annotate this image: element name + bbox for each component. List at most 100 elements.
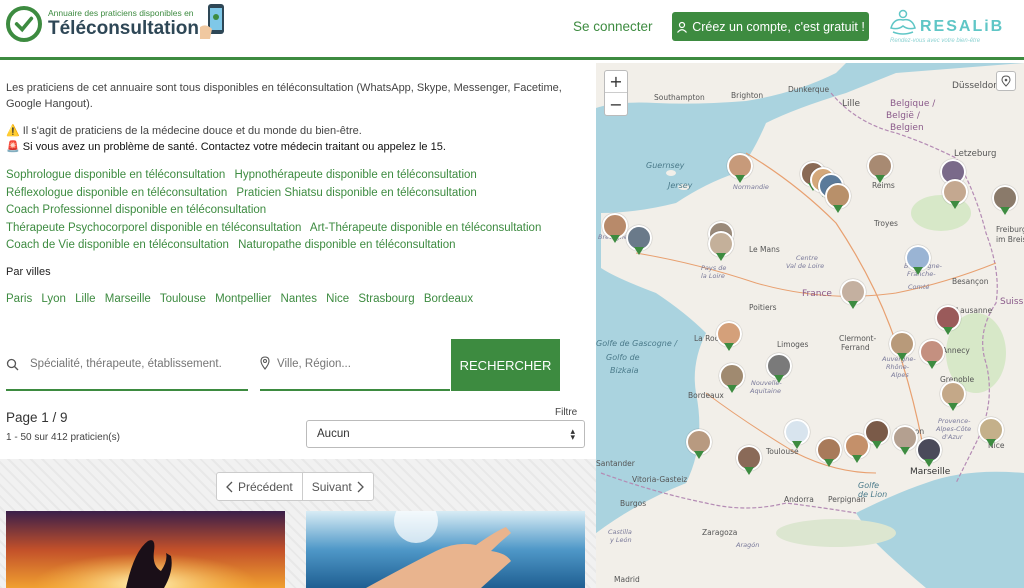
login-link[interactable]: Se connecter — [573, 19, 653, 34]
map-label: France — [802, 289, 832, 299]
next-button[interactable]: Suivant — [301, 473, 373, 500]
locate-button[interactable] — [996, 71, 1016, 91]
map-label: la Loire — [701, 272, 725, 280]
specialty-link[interactable]: Réflexologue disponible en téléconsultat… — [6, 187, 227, 199]
map-label: Belgien — [890, 123, 924, 133]
specialty-link[interactable]: Thérapeute Psychocorporel disponible en … — [6, 222, 301, 234]
signup-button[interactable]: Créez un compte, c'est gratuit ! — [672, 12, 869, 41]
map-label: Zaragoza — [702, 528, 738, 537]
practitioner-pin[interactable] — [867, 153, 893, 185]
specialty-link[interactable]: Sophrologue disponible en téléconsultati… — [6, 169, 225, 181]
map-label: Belgique / — [890, 99, 936, 109]
city-link[interactable]: Nantes — [281, 293, 317, 305]
practitioner-pin[interactable] — [816, 437, 842, 469]
resalib-logo[interactable]: RESALiB Rendez-vous avec votre bien-être — [886, 6, 1016, 50]
map-label: de Lion — [858, 490, 888, 499]
previous-button[interactable]: Précédent — [217, 473, 302, 500]
specialty-input[interactable] — [30, 353, 242, 375]
city-link[interactable]: Strasbourg — [358, 293, 414, 305]
city-link[interactable]: Lyon — [41, 293, 66, 305]
practitioner-card-image[interactable] — [306, 511, 585, 588]
practitioner-pin[interactable] — [864, 419, 890, 451]
practitioner-pin[interactable] — [889, 331, 915, 363]
map-label: Ferrand — [841, 343, 870, 352]
specialty-link[interactable]: Art-Thérapeute disponible en téléconsult… — [310, 222, 541, 234]
zoom-in-button[interactable]: + — [605, 71, 627, 93]
map-label: Troyes — [874, 219, 898, 228]
practitioner-pin[interactable] — [727, 153, 753, 185]
practitioner-pin[interactable] — [719, 363, 745, 395]
practitioner-pin[interactable] — [935, 305, 961, 337]
city-link[interactable]: Toulouse — [160, 293, 206, 305]
practitioner-pin[interactable] — [919, 339, 945, 371]
city-link[interactable]: Nice — [326, 293, 349, 305]
city-link[interactable]: Paris — [6, 293, 32, 305]
practitioner-pin[interactable] — [784, 419, 810, 451]
map-label: Le Mans — [749, 245, 780, 254]
resalib-tagline: Rendez-vous avec votre bien-être — [890, 38, 981, 44]
map-label: Pays de — [701, 264, 727, 272]
specialty-links: Sophrologue disponible en téléconsultati… — [6, 167, 591, 255]
map-label: Southampton — [654, 93, 705, 102]
filter-selected-value: Aucun — [317, 428, 350, 440]
practitioner-pin[interactable] — [825, 183, 851, 215]
practitioner-pin[interactable] — [716, 321, 742, 353]
checkmark-icon — [6, 6, 42, 42]
map-label: Alpes-Côte — [936, 425, 972, 433]
practitioner-card-image[interactable] — [6, 511, 285, 588]
specialty-link[interactable]: Coach de Vie disponible en téléconsultat… — [6, 239, 229, 251]
practitioner-pin[interactable] — [892, 425, 918, 457]
practitioner-pin[interactable] — [602, 213, 628, 245]
map-label: y León — [610, 536, 632, 544]
map-label: Madrid — [614, 575, 640, 584]
page-indicator: Page 1 / 9 — [6, 410, 68, 425]
search-button[interactable]: RECHERCHER — [451, 339, 560, 391]
site-logo[interactable]: Annuaire des praticiens disponibles en T… — [6, 6, 199, 42]
resalib-wordmark: RESALiB — [920, 18, 1005, 35]
practitioner-pin[interactable] — [626, 225, 652, 257]
map-label: Provence- — [938, 417, 971, 425]
practitioner-pin[interactable] — [686, 429, 712, 461]
practitioner-pin[interactable] — [978, 417, 1004, 449]
city-link[interactable]: Bordeaux — [424, 293, 473, 305]
user-icon — [677, 21, 688, 33]
specialty-link[interactable]: Hypnothérapeute disponible en téléconsul… — [235, 169, 477, 181]
map-label: Lausanne — [956, 306, 993, 315]
practitioner-pin[interactable] — [916, 437, 942, 469]
practitioner-pin[interactable] — [992, 185, 1018, 217]
map-label: Comté — [908, 283, 930, 291]
zoom-control: + − — [604, 70, 628, 116]
city-link[interactable]: Lille — [75, 293, 95, 305]
specialty-link[interactable]: Praticien Shiatsu disponible en télécons… — [236, 187, 476, 199]
location-input[interactable] — [277, 353, 447, 375]
specialty-link[interactable]: Naturopathe disponible en téléconsultati… — [238, 239, 455, 251]
practitioner-pin[interactable] — [736, 445, 762, 477]
specialty-search — [6, 339, 248, 391]
map-label: Poitiers — [749, 303, 777, 312]
practitioner-pin[interactable] — [708, 231, 734, 263]
practitioner-pin[interactable] — [942, 179, 968, 211]
zoom-out-button[interactable]: − — [605, 93, 627, 115]
map-label: Centre — [796, 254, 818, 262]
signup-label: Créez un compte, c'est gratuit ! — [692, 19, 865, 34]
map-label: Andorra — [784, 495, 814, 504]
map-label: Bizkaia — [610, 366, 639, 375]
practitioner-pin[interactable] — [766, 353, 792, 385]
map-label: Brighton — [731, 91, 764, 100]
search-icon — [6, 358, 19, 371]
practitioner-pin[interactable] — [940, 381, 966, 413]
specialty-link[interactable]: Coach Professionnel disponible en téléco… — [6, 204, 266, 216]
practitioner-pin[interactable] — [905, 245, 931, 277]
map-label: Besançon — [952, 277, 989, 286]
map-label: België / — [886, 111, 920, 121]
practitioner-map[interactable]: Southampton Brighton Dunkerque Lille Düs… — [596, 63, 1024, 588]
city-link[interactable]: Montpellier — [215, 293, 271, 305]
location-pin-icon — [260, 356, 270, 370]
city-link[interactable]: Marseille — [105, 293, 151, 305]
select-arrows-icon: ▴ ▾ — [570, 427, 575, 443]
map-label: Santander — [596, 459, 635, 468]
map-label: im Breisgau — [996, 235, 1024, 244]
practitioner-pin[interactable] — [840, 279, 866, 311]
map-label: d'Azur — [942, 433, 963, 441]
filter-select[interactable]: Aucun ▴ ▾ — [306, 420, 585, 448]
